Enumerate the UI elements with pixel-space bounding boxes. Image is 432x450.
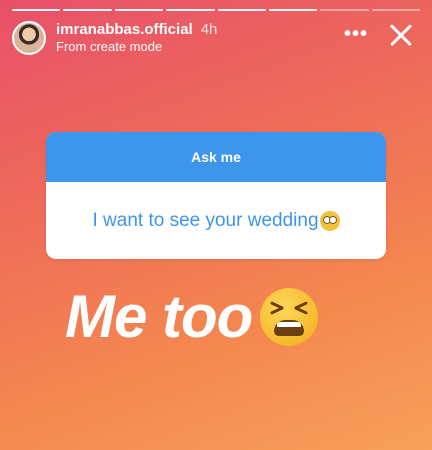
progress-segment bbox=[114, 9, 164, 11]
progress-segment bbox=[12, 9, 61, 11]
progress-segment bbox=[268, 9, 318, 11]
caption: Me too bbox=[65, 282, 319, 351]
progress-segment bbox=[217, 9, 266, 11]
avatar[interactable] bbox=[12, 21, 46, 55]
question-answer-text: I want to see your wedding bbox=[92, 209, 319, 231]
question-sticker-header: Ask me bbox=[46, 132, 386, 182]
story-header: imranabbas.official 4h From create mode … bbox=[12, 20, 420, 56]
progress-segment bbox=[320, 9, 369, 11]
story-meta: imranabbas.official 4h From create mode bbox=[56, 21, 217, 55]
story-progress-bar bbox=[12, 9, 420, 11]
tired-face-emoji-icon bbox=[260, 287, 319, 346]
more-options-icon[interactable]: ••• bbox=[344, 24, 368, 44]
username-row: imranabbas.official 4h bbox=[56, 21, 217, 38]
progress-segment bbox=[166, 9, 215, 11]
progress-segment bbox=[63, 9, 112, 11]
question-sticker: Ask me I want to see your wedding bbox=[46, 132, 386, 259]
post-time: 4h bbox=[200, 20, 218, 38]
username[interactable]: imranabbas.official bbox=[56, 21, 193, 38]
close-icon[interactable] bbox=[388, 22, 414, 48]
rolling-eyes-emoji-icon bbox=[319, 210, 340, 231]
progress-segment bbox=[371, 9, 420, 11]
question-sticker-body: I want to see your wedding bbox=[46, 182, 386, 259]
story-subtitle: From create mode bbox=[56, 39, 163, 55]
caption-text: Me too bbox=[65, 283, 253, 350]
